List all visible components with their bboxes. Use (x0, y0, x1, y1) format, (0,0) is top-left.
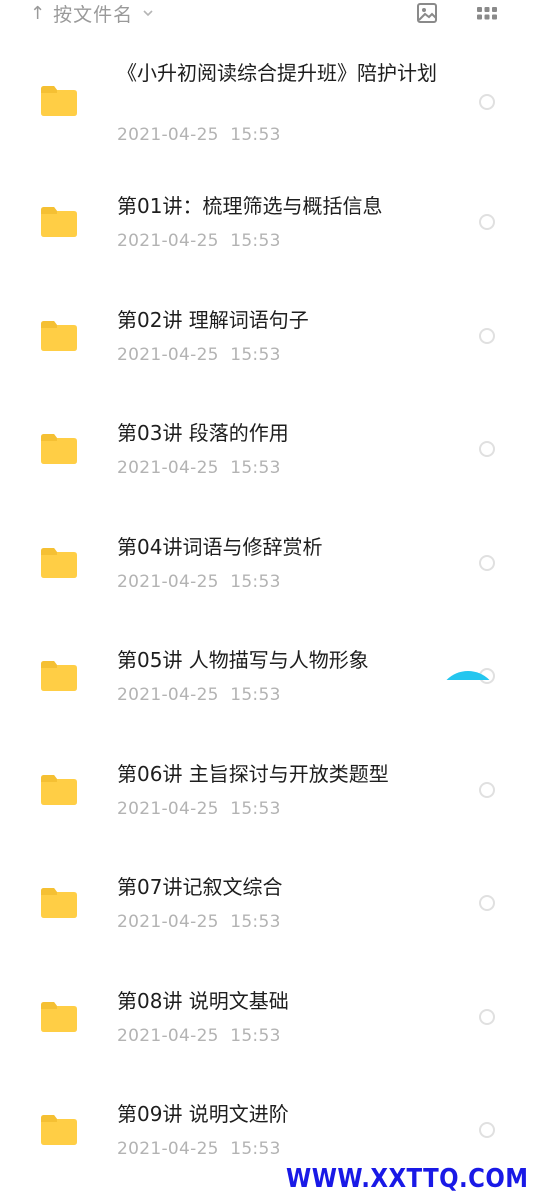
file-date: 2021-04-25 15:53 (117, 345, 281, 365)
select-radio[interactable] (479, 1122, 495, 1138)
folder-icon (41, 321, 77, 351)
file-name: 第02讲 理解词语句子 (117, 308, 309, 332)
select-radio[interactable] (479, 214, 495, 230)
select-radio[interactable] (479, 895, 495, 911)
folder-icon (41, 86, 77, 116)
file-name: 第03讲 段落的作用 (117, 421, 289, 445)
file-name: 第09讲 说明文进阶 (117, 1102, 289, 1126)
file-date: 2021-04-25 15:53 (117, 685, 281, 705)
select-radio[interactable] (479, 782, 495, 798)
file-date: 2021-04-25 15:53 (117, 231, 281, 251)
file-date: 2021-04-25 15:53 (117, 1139, 281, 1159)
file-list: 《小升初阅读综合提升班》陪护计划 2021-04-25 15:53 第01讲：梳… (0, 0, 534, 1200)
file-name: 第04讲词语与修辞赏析 (117, 535, 323, 559)
file-name: 第05讲 人物描写与人物形象 (117, 648, 369, 672)
folder-icon (41, 1115, 77, 1145)
folder-icon (41, 775, 77, 805)
file-name: 第08讲 说明文基础 (117, 989, 289, 1013)
file-date: 2021-04-25 15:53 (117, 458, 281, 478)
file-name: 《小升初阅读综合提升班》陪护计划 (117, 61, 437, 85)
folder-icon (41, 548, 77, 578)
watermark: WWW.XXTTQ.COM (285, 1164, 528, 1194)
folder-icon (41, 207, 77, 237)
file-name: 第07讲记叙文综合 (117, 875, 283, 899)
file-name: 第01讲：梳理筛选与概括信息 (117, 194, 383, 218)
file-date: 2021-04-25 15:53 (117, 125, 281, 145)
folder-icon (41, 1002, 77, 1032)
folder-icon (41, 888, 77, 918)
folder-icon (41, 661, 77, 691)
file-date: 2021-04-25 15:53 (117, 912, 281, 932)
folder-icon (41, 434, 77, 464)
file-date: 2021-04-25 15:53 (117, 1026, 281, 1046)
select-radio[interactable] (479, 555, 495, 571)
file-browser-page: ↑ 按文件名 《小升初阅读综合提升班》陪护计划 2021-04-25 15:53… (0, 0, 534, 1200)
file-name: 第06讲 主旨探讨与开放类题型 (117, 762, 389, 786)
select-radio[interactable] (479, 328, 495, 344)
select-radio[interactable] (479, 1009, 495, 1025)
file-date: 2021-04-25 15:53 (117, 572, 281, 592)
select-radio[interactable] (479, 94, 495, 110)
select-radio[interactable] (479, 441, 495, 457)
file-date: 2021-04-25 15:53 (117, 799, 281, 819)
